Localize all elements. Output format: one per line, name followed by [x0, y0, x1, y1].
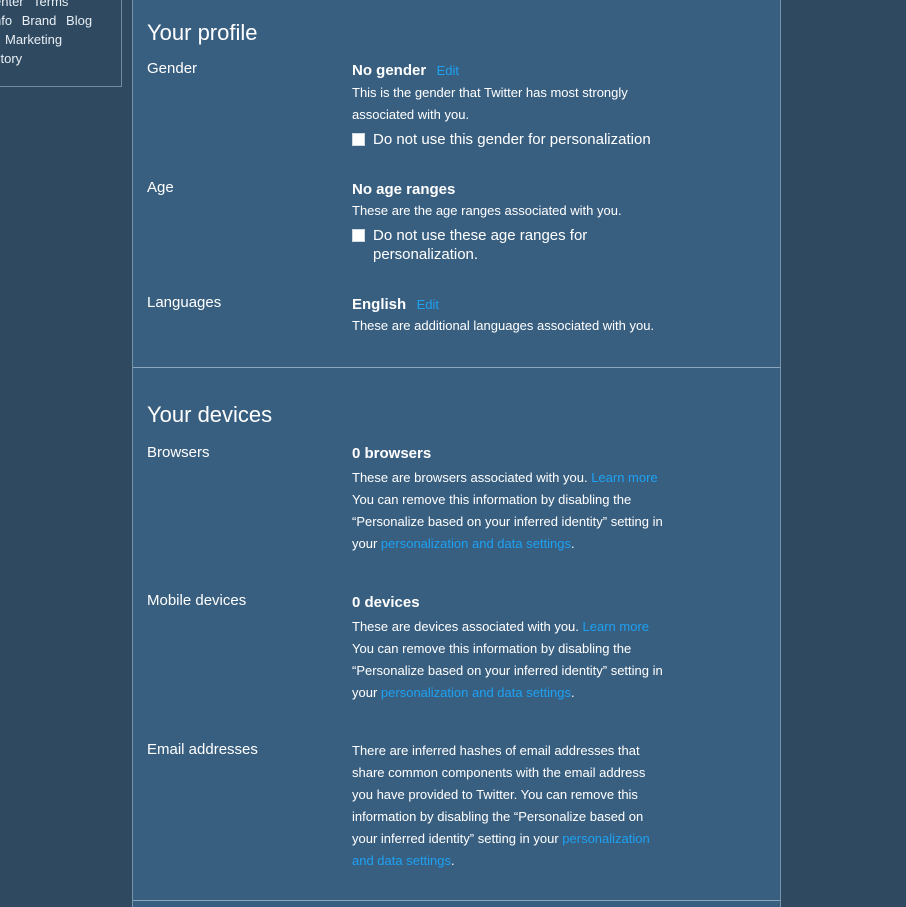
- mobile-devices-row: 0 devices These are devices associated w…: [352, 594, 672, 704]
- gender-optout-label[interactable]: Do not use this gender for personalizati…: [373, 130, 651, 149]
- settings-panel: Your profile Gender No gender Edit This …: [132, 0, 781, 907]
- languages-value: English: [352, 296, 407, 313]
- age-label: Age: [147, 179, 174, 196]
- age-optout-label[interactable]: Do not use these age ranges for personal…: [373, 226, 612, 264]
- email-desc-end: .: [451, 853, 455, 868]
- footer-nav: enter Terms nfo Brand Blog Marketing cto…: [0, 0, 124, 68]
- section-title-profile: Your profile: [147, 20, 258, 45]
- email-addresses-label: Email addresses: [147, 741, 258, 758]
- gender-edit-link[interactable]: Edit: [437, 63, 459, 78]
- age-row: No age ranges These are the age ranges a…: [352, 181, 672, 264]
- footer-link-blog[interactable]: Blog: [66, 13, 92, 28]
- bottom-divider: [133, 900, 780, 901]
- browsers-settings-link[interactable]: personalization and data settings: [381, 536, 571, 551]
- footer-link-marketing[interactable]: Marketing: [5, 32, 62, 47]
- age-description: These are the age ranges associated with…: [352, 203, 622, 218]
- mobile-desc-text: These are devices associated with you.: [352, 619, 579, 634]
- languages-edit-link[interactable]: Edit: [417, 297, 439, 312]
- section-divider: [133, 367, 780, 368]
- browsers-desc-text: These are browsers associated with you.: [352, 470, 588, 485]
- footer-link-brand[interactable]: Brand: [22, 13, 57, 28]
- mobile-settings-link[interactable]: personalization and data settings: [381, 685, 571, 700]
- browsers-value: 0 browsers: [352, 445, 432, 462]
- mobile-learn-more-link[interactable]: Learn more: [583, 619, 649, 634]
- email-addresses-row: There are inferred hashes of email addre…: [352, 740, 672, 872]
- languages-description: These are additional languages associate…: [352, 318, 655, 333]
- gender-description: This is the gender that Twitter has most…: [352, 85, 628, 122]
- browsers-description: These are browsers associated with you. …: [352, 467, 672, 555]
- gender-row: No gender Edit This is the gender that T…: [352, 62, 672, 149]
- browsers-row: 0 browsers These are browsers associated…: [352, 445, 672, 555]
- page: enter Terms nfo Brand Blog Marketing cto…: [0, 0, 906, 907]
- gender-value: No gender: [352, 62, 427, 79]
- browsers-label: Browsers: [147, 444, 210, 461]
- mobile-desc-end: .: [571, 685, 575, 700]
- gender-label: Gender: [147, 60, 198, 77]
- age-value: No age ranges: [352, 181, 456, 198]
- mobile-devices-value: 0 devices: [352, 594, 420, 611]
- gender-optout-checkbox[interactable]: [352, 133, 365, 146]
- footer-link-terms[interactable]: Terms: [33, 0, 68, 9]
- gender-optout-row[interactable]: Do not use this gender for personalizati…: [352, 130, 682, 149]
- mobile-devices-description: These are devices associated with you. L…: [352, 616, 672, 704]
- footer-link-directory[interactable]: ctory: [0, 51, 22, 66]
- footer-link-info[interactable]: nfo: [0, 13, 12, 28]
- mobile-devices-label: Mobile devices: [147, 592, 247, 609]
- languages-label: Languages: [147, 294, 222, 311]
- browsers-learn-more-link[interactable]: Learn more: [591, 470, 657, 485]
- section-title-devices: Your devices: [147, 402, 273, 427]
- email-addresses-description: There are inferred hashes of email addre…: [352, 740, 662, 872]
- browsers-desc-end: .: [571, 536, 575, 551]
- age-optout-checkbox[interactable]: [352, 229, 365, 242]
- footer-link-help-center[interactable]: enter: [0, 0, 24, 9]
- age-optout-row[interactable]: Do not use these age ranges for personal…: [352, 226, 612, 264]
- languages-row: English Edit These are additional langua…: [352, 296, 672, 337]
